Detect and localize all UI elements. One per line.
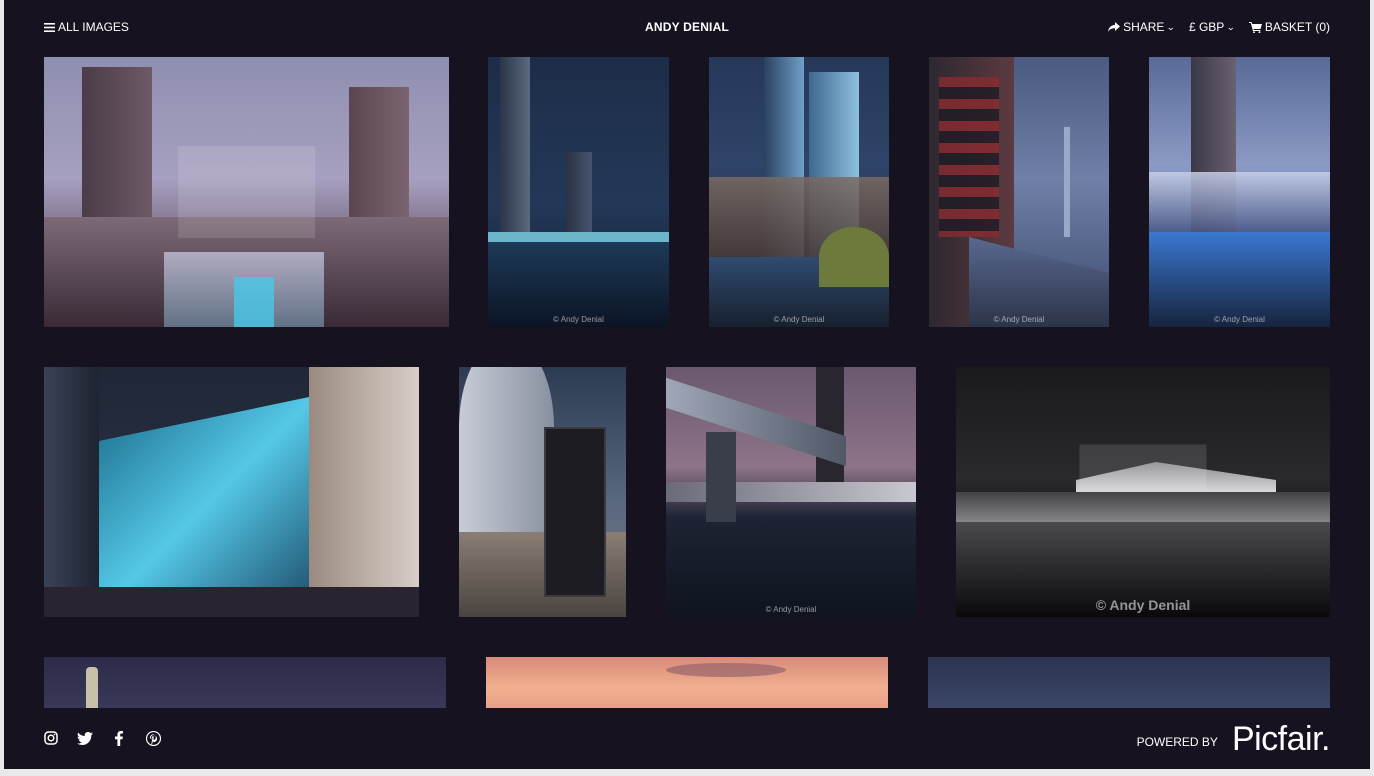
basket-button[interactable]: BASKET (0)	[1248, 20, 1330, 34]
shopping-cart-icon	[1248, 21, 1262, 33]
photo-sunset-clouds[interactable]	[486, 657, 888, 709]
photo-credit: © Andy Denial	[1095, 597, 1191, 613]
photo-millennium-bridge-tate[interactable]: © Andy Denial	[666, 367, 916, 617]
photo-prague-castle-bw[interactable]: © Andy Denial	[956, 367, 1330, 617]
photo-blue-sky[interactable]	[928, 657, 1330, 709]
basket-label: BASKET (0)	[1264, 20, 1330, 34]
photo-barbican-lake[interactable]: © Andy Denial	[1149, 57, 1330, 327]
photo-credit: © Andy Denial	[773, 315, 825, 324]
photo-credit: © Andy Denial	[1214, 315, 1265, 324]
photo-glass-office-block[interactable]	[44, 367, 419, 617]
photo-dusk-statue[interactable]	[44, 657, 446, 709]
pinterest-icon[interactable]	[145, 730, 161, 746]
photo-credit: © Andy Denial	[553, 315, 604, 324]
nav-actions: SHARE ⌄ £ GBP ⌄ BASKET (0)	[1108, 20, 1330, 34]
photo-st-pauls-phone-box[interactable]	[459, 367, 626, 617]
share-arrow-icon	[1108, 22, 1121, 32]
chevron-down-icon: ⌄	[1166, 21, 1176, 32]
gallery-page: ALL IMAGES ANDY DENIAL SHARE ⌄ £ GBP ⌄ B…	[4, 0, 1370, 769]
currency-select[interactable]: £ GBP ⌄	[1188, 20, 1236, 34]
instagram-icon[interactable]	[43, 730, 59, 746]
watermark-logo	[1079, 444, 1207, 490]
twitter-icon[interactable]	[77, 730, 93, 746]
picfair-logo[interactable]: Picfair.	[1232, 720, 1331, 759]
social-links	[43, 730, 161, 746]
photo-credit: © Andy Denial	[765, 605, 817, 614]
watermark-logo	[177, 146, 316, 238]
photo-thames-night-skyline[interactable]: © Andy Denial	[488, 57, 669, 327]
photo-credit: © Andy Denial	[993, 315, 1045, 324]
powered-by-label: POWERED BY	[1136, 734, 1218, 749]
facebook-icon[interactable]	[111, 730, 127, 746]
share-button[interactable]: SHARE ⌄	[1108, 20, 1176, 34]
currency-label: £ GBP	[1188, 20, 1225, 34]
top-nav: ALL IMAGES ANDY DENIAL SHARE ⌄ £ GBP ⌄ B…	[4, 0, 1370, 55]
footer: POWERED BY Picfair.	[4, 708, 1370, 769]
photo-barbican-towers[interactable]	[44, 57, 449, 327]
photo-canary-wharf-pond[interactable]: © Andy Denial	[709, 57, 889, 327]
share-label: SHARE	[1123, 20, 1165, 34]
powered-by: POWERED BY Picfair.	[1136, 720, 1331, 759]
chevron-down-icon: ⌄	[1226, 21, 1236, 32]
photo-riverside-shard[interactable]: © Andy Denial	[929, 57, 1109, 327]
